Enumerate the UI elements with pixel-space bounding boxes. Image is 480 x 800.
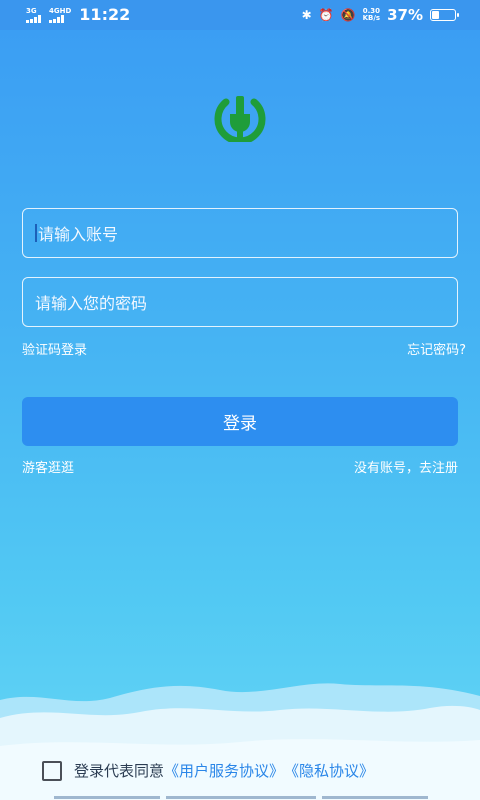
guest-link[interactable]: 游客逛逛 [22, 457, 74, 476]
login-button[interactable]: 登录 [22, 397, 458, 446]
battery-percent: 37% [387, 6, 423, 24]
account-input[interactable]: 请输入账号 [22, 208, 458, 258]
power-plug-icon [214, 96, 266, 142]
privacy-link[interactable]: 《隐私协议》 [284, 760, 374, 781]
account-placeholder: 请输入账号 [38, 225, 119, 244]
network-speed-unit: KB/s [362, 14, 381, 22]
nav-hint-bar [54, 796, 160, 799]
signal-3g-icon: 3G [26, 7, 41, 23]
agreement-row: 登录代表同意 《用户服务协议》 《隐私协议》 [42, 760, 374, 781]
agreement-checkbox[interactable] [42, 760, 62, 781]
clock: 11:22 [79, 5, 131, 24]
network-speed: 0.30 KB/s [363, 8, 380, 22]
sms-login-link[interactable]: 验证码登录 [22, 339, 87, 358]
mute-icon: 🔕 [340, 8, 356, 22]
agreement-prefix: 登录代表同意 [74, 762, 165, 780]
alarm-icon: ⏰ [318, 8, 334, 22]
bluetooth-icon: ✱ [301, 8, 312, 22]
text-cursor [35, 224, 37, 242]
status-bar: 3G 4GHD 11:22 ✱ ⏰ 🔕 0.30 KB/s 37% [0, 0, 480, 30]
battery-fill [432, 11, 440, 19]
register-link[interactable]: 没有账号，去注册 [354, 457, 458, 476]
password-placeholder: 请输入您的密码 [35, 294, 148, 313]
nav-hint-bar [322, 796, 428, 799]
signal-4g-icon: 4GHD [49, 7, 71, 23]
password-input[interactable]: 请输入您的密码 [22, 277, 458, 327]
nav-hint-bar [166, 796, 316, 799]
user-agreement-link[interactable]: 《用户服务协议》 [164, 760, 284, 781]
battery-icon [430, 9, 459, 21]
forgot-password-link[interactable]: 忘记密码? [407, 339, 466, 358]
